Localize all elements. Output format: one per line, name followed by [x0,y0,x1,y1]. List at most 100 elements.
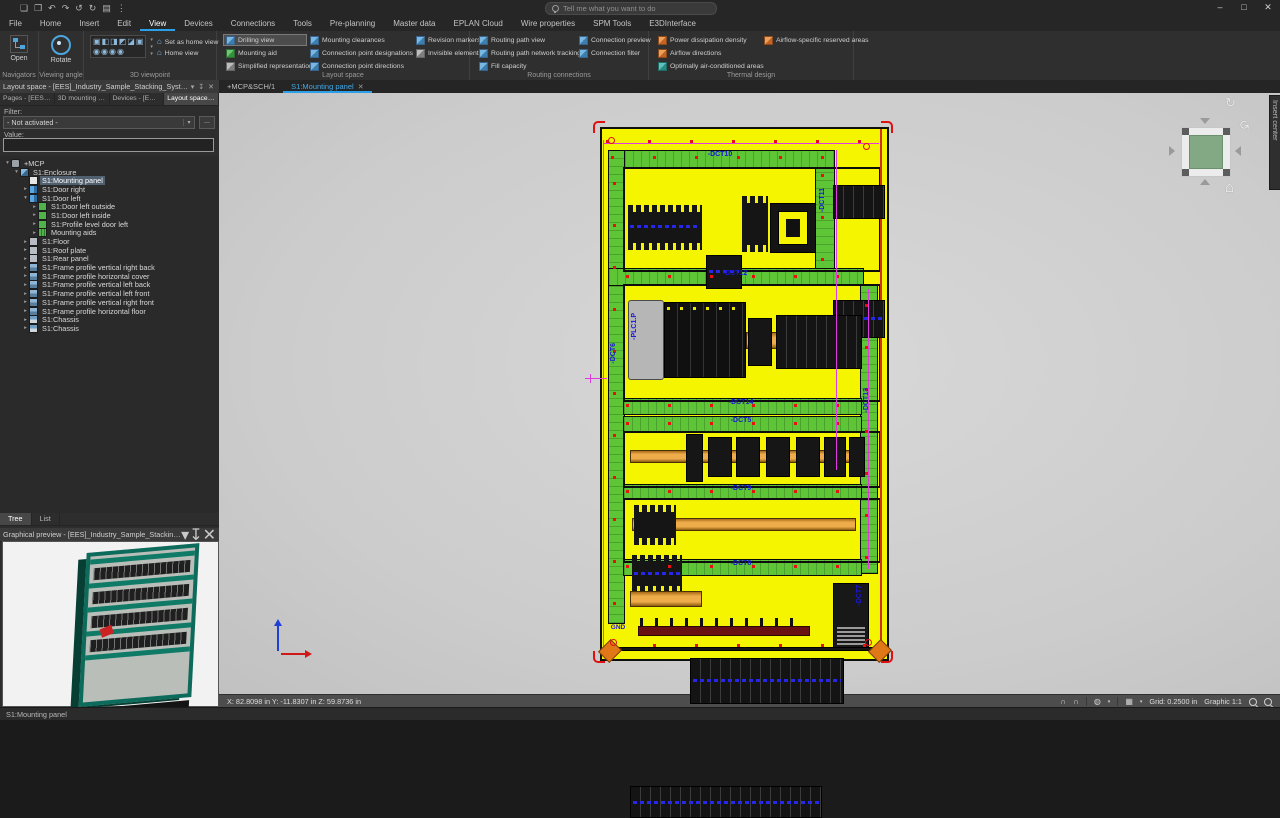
component[interactable] [690,658,844,704]
viewpoint-sphere-icon[interactable]: ◉ [117,47,124,56]
layout-space-panel-header[interactable]: Layout space - [EES]_Industry_Sample_Sta… [0,80,219,94]
ribbon-button-optimally-air-conditioned-areas[interactable]: Optimally air-conditioned areas [655,60,761,72]
menu-tab-wire-properties[interactable]: Wire properties [512,16,584,31]
tree-item-s1-frame-profile-vertical-left-back[interactable]: ▸S1:Frame profile vertical left back [0,281,219,290]
component[interactable] [608,647,886,651]
viewpoint-sphere-icon[interactable]: ◉ [93,47,100,56]
graphic-scale[interactable]: Graphic 1:1 [1204,697,1242,706]
zoom-out-icon[interactable] [1264,698,1272,706]
ribbon-button-connection-point-designations[interactable]: Connection point designations [307,47,413,59]
component[interactable] [640,618,804,626]
ribbon-button-routing-path-network-tracking[interactable]: Routing path network tracking [476,47,576,59]
menu-tab-master-data[interactable]: Master data [384,16,444,31]
tree-item-s1-door-left[interactable]: ▾S1:Door left [0,194,219,203]
viewpoint-cube-icon[interactable]: ◧ [102,37,110,46]
tree-item-s1-chassis[interactable]: ▸S1:Chassis [0,324,219,333]
ribbon-button-open[interactable]: Open [7,34,31,63]
viewpoint-cube-icon[interactable]: ◨ [110,37,118,46]
menu-tab-devices[interactable]: Devices [175,16,221,31]
tree-item-s1-frame-profile-vertical-right-back[interactable]: ▸S1:Frame profile vertical right back [0,263,219,272]
ribbon-button-fill-capacity[interactable]: Fill capacity [476,60,576,72]
layout-space-canvas[interactable]: -DCT10 -DCT12 -DCT14 -DCT5 -DCT9 -DCT8 -… [219,93,1280,694]
component[interactable] [766,437,790,477]
graphical-preview[interactable] [2,541,219,707]
tree-expander-icon[interactable]: ▸ [22,299,29,305]
viewpoint-grid[interactable]: ▣◧◨◩◪▣◉◉◉◉ [90,35,146,58]
grid-icon[interactable]: ▦ [1125,697,1133,707]
viewpoint-cube-icon[interactable]: ▣ [136,37,144,46]
minimize-button[interactable]: – [1208,0,1232,15]
menu-tab-connections[interactable]: Connections [222,16,284,31]
zoom-in-icon[interactable] [1249,698,1257,706]
tree-item-mcp[interactable]: ▾+MCP [0,159,219,168]
globe-icon[interactable]: ◍ [1094,697,1101,707]
component[interactable] [634,505,676,545]
tree-item-s1-door-left-inside[interactable]: ▸S1:Door left inside [0,211,219,220]
ribbon-button-rotate[interactable]: Rotate [48,34,75,65]
chevron-down-icon[interactable]: ▾ [150,37,153,43]
search-input[interactable]: Tell me what you want to do [545,2,717,15]
tree-expander-icon[interactable]: ▾ [22,195,29,201]
viewpoint-sphere-icon[interactable]: ◉ [101,47,108,56]
tree-item-s1-frame-profile-horizontal-cover[interactable]: ▸S1:Frame profile horizontal cover [0,272,219,281]
tree-item-s1-frame-profile-vertical-right-front[interactable]: ▸S1:Frame profile vertical right front [0,298,219,307]
viewpoint-cube-icon[interactable]: ▣ [93,37,101,46]
ribbon-button-revision-markers[interactable]: Revision markers [413,34,473,46]
chevron-down-icon[interactable]: ▾ [150,44,153,50]
tree-expander-icon[interactable]: ▸ [31,204,38,210]
tree-expander-icon[interactable]: ▸ [31,212,38,218]
menu-tab-home[interactable]: Home [31,16,70,31]
insert-center-tab[interactable]: Insert center [1269,95,1280,190]
ribbon-button-connection-filter[interactable]: Connection filter [576,47,650,59]
tree-item-s1-frame-profile-vertical-left-front[interactable]: ▸S1:Frame profile vertical left front [0,289,219,298]
menu-tab-pre-planning[interactable]: Pre-planning [321,16,384,31]
tree-item-mounting-aids[interactable]: ▸Mounting aids [0,229,219,238]
close-icon[interactable]: ✕ [206,83,216,91]
component[interactable] [824,437,846,477]
component[interactable] [638,626,810,636]
close-button[interactable]: ✕ [1256,0,1280,15]
sidebar-bottom-tab-list[interactable]: List [32,513,60,525]
maximize-button[interactable]: □ [1232,0,1256,15]
object-snap-icon[interactable]: ∩ [1073,697,1079,707]
viewpoint-cube-icon[interactable]: ◪ [127,37,135,46]
component[interactable] [686,434,703,482]
component[interactable] [849,437,865,477]
filter-dropdown[interactable]: - Not activated - ▾ [3,116,195,129]
ribbon-button-home-view[interactable]: ⌂Home view [157,48,219,58]
pan-up-arrow-icon[interactable] [1200,118,1210,124]
tree-expander-icon[interactable]: ▸ [22,186,29,192]
menu-tab-insert[interactable]: Insert [70,16,108,31]
pan-right-arrow-icon[interactable] [1235,146,1241,156]
tree-item-s1-rear-panel[interactable]: ▸S1:Rear panel [0,255,219,264]
graphical-preview-header[interactable]: Graphical preview - [EES]_Industry_Sampl… [0,528,219,542]
component[interactable] [770,203,816,253]
tree-item-s1-floor[interactable]: ▸S1:Floor [0,237,219,246]
tree-item-s1-door-left-outside[interactable]: ▸S1:Door left outside [0,202,219,211]
pin-icon[interactable]: ↧ [196,83,206,91]
tree-expander-icon[interactable]: ▸ [22,265,29,271]
component[interactable] [833,185,885,219]
grid-setting[interactable]: Grid: 0.2500 in [1149,697,1197,706]
ribbon-button-set-as-home-view[interactable]: ⌂Set as home view [157,37,219,47]
component[interactable] [664,302,746,378]
component[interactable] [796,437,820,477]
menu-tab-edit[interactable]: Edit [108,16,140,31]
close-tab-icon[interactable]: ✕ [358,83,364,91]
ribbon-button-mounting-clearances[interactable]: Mounting clearances [307,34,413,46]
chevron-down-icon[interactable]: ▾ [150,51,153,57]
component[interactable] [736,437,760,477]
menu-tab-spm-tools[interactable]: SPM Tools [584,16,640,31]
component[interactable] [742,196,768,252]
component[interactable] [630,591,702,607]
component[interactable] [632,555,682,593]
chevron-down-icon[interactable]: ▾ [1108,697,1111,707]
chevron-down-icon[interactable]: ▾ [1140,697,1143,707]
tree-expander-icon[interactable]: ▸ [22,239,29,245]
component[interactable] [630,786,822,818]
tree-expander-icon[interactable]: ▸ [22,308,29,314]
ribbon-button-routing-path-view[interactable]: Routing path view [476,34,576,46]
pan-left-arrow-icon[interactable] [1169,146,1175,156]
menu-tab-file[interactable]: File [0,16,31,31]
tree-item-s1-enclosure[interactable]: ▾S1:Enclosure [0,168,219,177]
